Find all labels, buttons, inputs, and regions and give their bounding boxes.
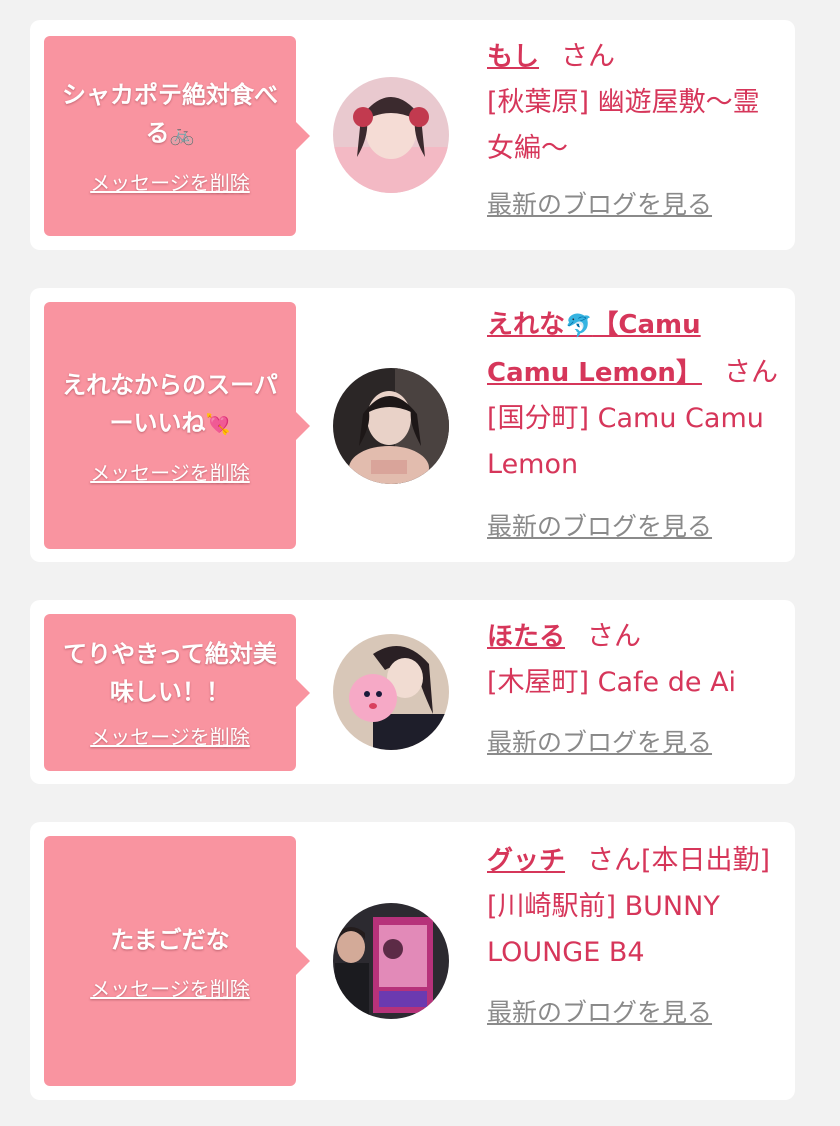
avatar-photo-icon	[333, 903, 449, 1019]
shop-name: [木屋町] Cafe de Ai	[487, 667, 737, 698]
avatar-photo-icon	[333, 634, 449, 750]
honorific: さん[本日出勤]	[587, 845, 771, 876]
message-card: シャカポテ絶対食べる🚲 メッセージを削除 もし さん [秋葉原] 幽遊屋敷〜霊女編…	[30, 20, 795, 250]
profile-name-line: えれな🐬【Camu Camu Lemon】 さん	[487, 302, 785, 396]
latest-blog-link[interactable]: 最新のブログを見る	[487, 990, 785, 1036]
profile-info: グッチ さん[本日出勤] [川崎駅前] BUNNY LOUNGE B4 最新のブロ…	[487, 838, 785, 1036]
delete-message-link[interactable]: メッセージを削除	[90, 973, 250, 1002]
avatar[interactable]	[333, 368, 449, 484]
message-bubble: シャカポテ絶対食べる🚲 メッセージを削除	[44, 36, 310, 236]
shop-name: [国分町] Camu Camu Lemon	[487, 403, 764, 480]
profile-name-line: グッチ さん[本日出勤]	[487, 838, 785, 884]
honorific: さん	[561, 41, 616, 72]
message-bubble: たまごだな メッセージを削除	[44, 836, 310, 1086]
profile-name-line: もし さん	[487, 34, 785, 80]
profile-name-link[interactable]: ほたる	[487, 622, 565, 652]
latest-blog-link[interactable]: 最新のブログを見る	[487, 182, 785, 228]
avatar[interactable]	[333, 77, 449, 193]
avatar-photo-icon	[333, 77, 449, 193]
profile-name-link[interactable]: もし	[487, 42, 539, 72]
latest-blog-link[interactable]: 最新のブログを見る	[487, 504, 785, 550]
dolphin-icon: 🐬	[565, 314, 593, 339]
delete-message-link[interactable]: メッセージを削除	[90, 721, 250, 750]
delete-message-link[interactable]: メッセージを削除	[90, 167, 250, 196]
message-text: たまごだな	[110, 925, 230, 954]
message-text: シャカポテ絶対食べる🚲	[62, 81, 278, 147]
message-card: えれなからのスーパーいいね💘 メッセージを削除 えれな🐬【Camu Camu L…	[30, 288, 795, 562]
heart-emoji-icon: 💘	[205, 411, 231, 436]
message-card: たまごだな メッセージを削除 グッチ さん[本日出勤] [川崎駅前] BUNNY …	[30, 822, 795, 1100]
avatar[interactable]	[333, 903, 449, 1019]
delete-message-link[interactable]: メッセージを削除	[90, 457, 250, 486]
message-text: えれなからのスーパーいいね💘	[62, 370, 278, 437]
honorific: さん	[587, 621, 642, 652]
shop-name: [秋葉原] 幽遊屋敷〜霊女編〜	[487, 87, 760, 164]
profile-name-link[interactable]: グッチ	[487, 846, 565, 876]
bicycle-emoji-icon: 🚲	[169, 122, 195, 146]
avatar[interactable]	[333, 634, 449, 750]
profile-name-line: ほたる さん	[487, 614, 785, 660]
message-text: てりやきって絶対美味しい！！	[63, 640, 277, 706]
profile-info: ほたる さん [木屋町] Cafe de Ai 最新のブログを見る	[487, 614, 785, 766]
latest-blog-link[interactable]: 最新のブログを見る	[487, 720, 785, 766]
profile-info: えれな🐬【Camu Camu Lemon】 さん [国分町] Camu Camu …	[487, 302, 785, 550]
avatar-photo-icon	[333, 368, 449, 484]
profile-info: もし さん [秋葉原] 幽遊屋敷〜霊女編〜 最新のブログを見る	[487, 34, 785, 228]
profile-name-link[interactable]: えれな🐬【Camu Camu Lemon】	[487, 310, 702, 388]
message-bubble: えれなからのスーパーいいね💘 メッセージを削除	[44, 302, 310, 549]
message-bubble: てりやきって絶対美味しい！！ メッセージを削除	[44, 614, 310, 771]
honorific: さん	[723, 357, 778, 388]
message-card: てりやきって絶対美味しい！！ メッセージを削除 ほたる さん [木屋町] Cafe…	[30, 600, 795, 784]
shop-name: [川崎駅前] BUNNY LOUNGE B4	[487, 891, 720, 968]
